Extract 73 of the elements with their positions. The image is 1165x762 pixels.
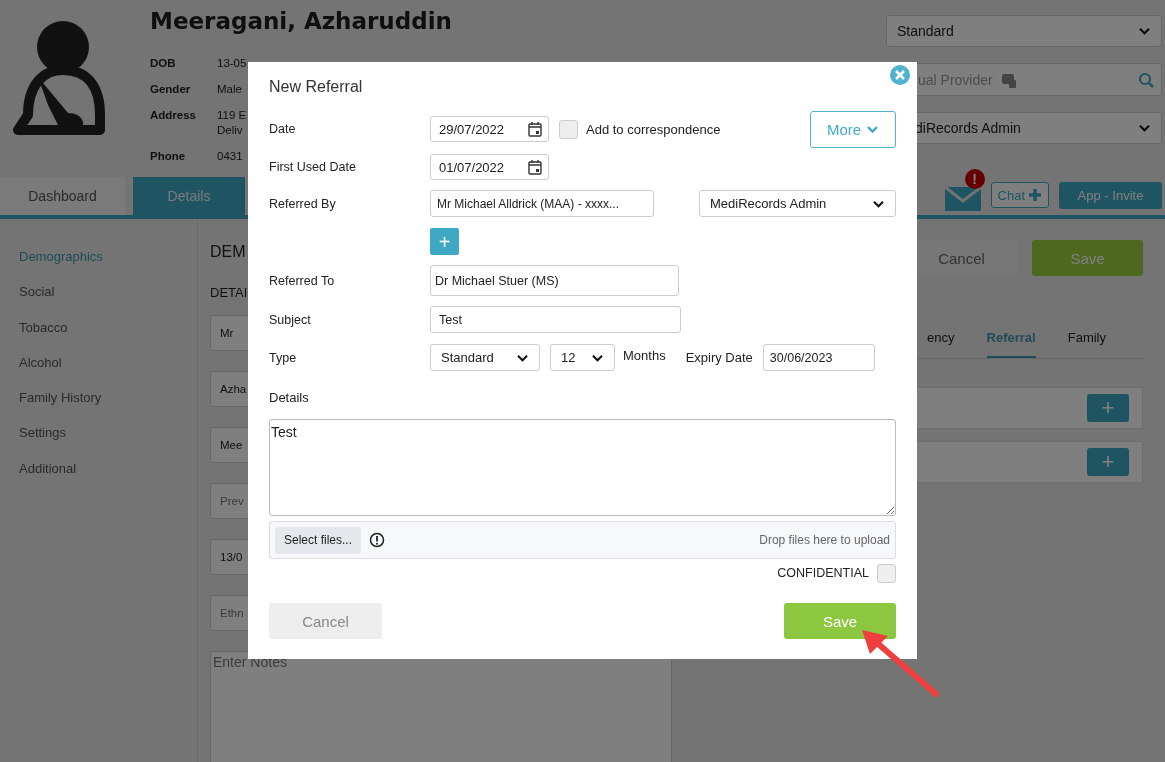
upload-hint: Drop files here to upload <box>759 533 890 547</box>
detail-value: Deliv <box>217 123 243 138</box>
checkbox-label: Add to correspondence <box>586 121 721 137</box>
cancel-button[interactable]: Cancel <box>269 603 382 639</box>
more-button[interactable]: More <box>810 110 896 148</box>
sidebar-item[interactable]: Additional <box>19 450 197 487</box>
save-button[interactable]: Save <box>784 603 896 639</box>
unit-label: Months <box>623 348 666 363</box>
sidebar-item[interactable]: Social <box>19 274 197 310</box>
chevron-icon <box>1138 26 1151 36</box>
sidebar-item[interactable]: Demographics <box>19 239 197 275</box>
field-label: Subject <box>269 312 312 327</box>
tab[interactable]: Family <box>1067 320 1106 358</box>
detail-value: 119 E <box>217 108 247 123</box>
field-label: Date <box>269 122 297 136</box>
checkbox-label: CONFIDENTIAL <box>777 566 869 580</box>
text-field[interactable]: Dr Michael Stuer (MS) <box>430 265 679 296</box>
detail-label: DOB <box>150 56 177 71</box>
section-heading: DEM <box>210 243 247 262</box>
chevron-icon <box>591 352 604 363</box>
sidebar-item[interactable]: Tobacco <box>19 309 197 345</box>
dialog-title: New Referral <box>269 77 364 97</box>
field-label: Type <box>269 350 298 365</box>
text-field[interactable]: Test <box>430 306 681 333</box>
subsection-heading: DETAI <box>210 285 249 302</box>
detail-value: Male <box>217 82 242 97</box>
tab[interactable]: Dashboard <box>0 177 125 215</box>
add-button[interactable]: + <box>430 228 459 255</box>
save-button[interactable]: Save <box>1032 240 1143 276</box>
chevron-icon <box>866 124 880 134</box>
field-label: Details <box>269 390 310 407</box>
search-icon <box>1138 72 1154 88</box>
field-label: Expiry Date <box>685 350 753 365</box>
checkbox[interactable] <box>559 119 578 139</box>
invite-button[interactable]: App - Invite <box>1059 181 1162 209</box>
field-label: First Used Date <box>269 160 357 174</box>
chat-button[interactable]: Chat <box>990 182 1049 208</box>
field-label: Referred By <box>269 196 337 211</box>
type-dropdown[interactable]: Standard <box>430 344 540 371</box>
practice-dropdown[interactable]: MediRecords Admin <box>699 190 896 217</box>
sidebar-item[interactable]: Settings <box>19 415 197 451</box>
calendar-icon <box>528 121 542 137</box>
view-dropdown[interactable]: Standard <box>886 15 1162 47</box>
duration-dropdown[interactable]: 12 <box>550 344 615 371</box>
text-field[interactable]: Mr Michael Alldrick (MAA) - xxxx... <box>430 190 654 217</box>
select-files-button[interactable]: Select files... <box>275 526 362 554</box>
detail-label: Phone <box>150 149 187 164</box>
calendar-icon <box>528 159 542 175</box>
detail-value: 0431 <box>217 149 243 164</box>
checkbox[interactable] <box>877 563 896 583</box>
field-label: Referred To <box>269 273 336 288</box>
chevron-icon <box>516 352 529 363</box>
tab[interactable]: Referral <box>986 320 1036 358</box>
close-icon <box>890 65 910 85</box>
tab[interactable]: Details <box>133 177 245 215</box>
details-field[interactable]: Test <box>269 419 896 516</box>
add-button[interactable]: + <box>1087 394 1129 422</box>
chevron-icon <box>1138 123 1151 133</box>
sidebar-item[interactable]: Alcohol <box>19 344 197 381</box>
detail-label: Gender <box>150 82 192 97</box>
patient-name: Meeragani, Azharuddin <box>150 8 453 34</box>
detail-value: 13-05 <box>217 56 247 71</box>
tab[interactable]: ency <box>927 320 955 358</box>
info-icon <box>369 532 386 548</box>
date-field[interactable]: 01/07/2022 <box>430 154 549 180</box>
alert-badge: ! <box>964 169 985 189</box>
plus-icon <box>1028 188 1042 202</box>
add-button[interactable]: + <box>1087 448 1129 476</box>
date-field[interactable]: 29/07/2022 <box>430 116 549 142</box>
sidebar-item[interactable]: Family History <box>19 380 197 416</box>
detail-label: Address <box>150 108 198 123</box>
date-field[interactable]: 30/06/2023 <box>762 344 875 371</box>
chevron-icon <box>872 198 885 209</box>
